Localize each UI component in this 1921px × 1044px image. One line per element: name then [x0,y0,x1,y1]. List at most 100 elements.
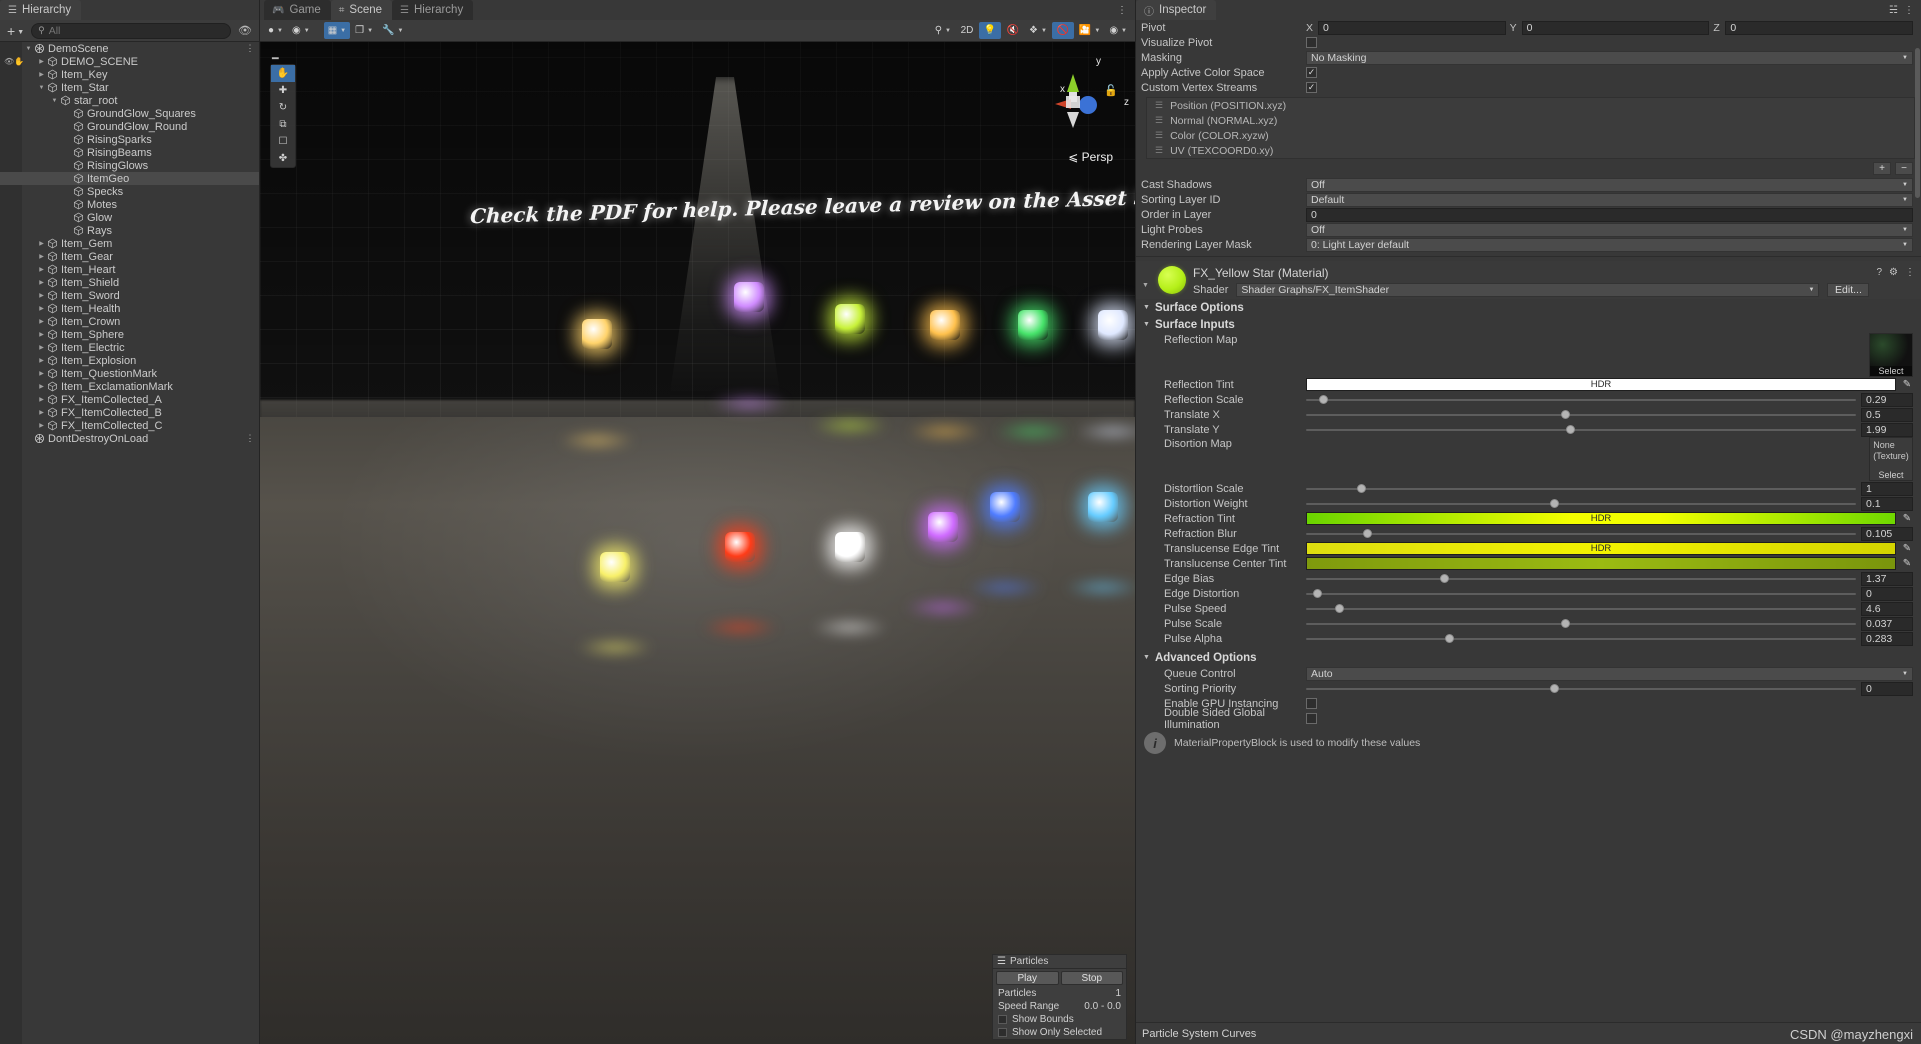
tab-game[interactable]: 🎮 Game [264,0,331,20]
tab-scene[interactable]: ⌗ Scene [330,0,393,20]
hierarchy-item-demo-scene[interactable]: ▶ DEMO_SCENE 👁✋ [0,55,259,68]
hierarchy-item-item-gem[interactable]: ▶ Item_Gem [0,237,259,250]
hierarchy-item-risingsparks[interactable]: ▶ RisingSparks [0,133,259,146]
chevron-right-icon[interactable]: ▶ [37,240,46,247]
custom-vertex-streams-checkbox[interactable]: ✓ [1306,82,1317,93]
surface-reflection-map-select-label[interactable]: Select [1870,366,1912,376]
add-stream-button[interactable]: + [1873,162,1891,175]
gizmos-visibility-dropdown[interactable]: ◉ ▼ [1105,22,1131,39]
chevron-right-icon[interactable]: ▶ [37,279,46,286]
renderer-cast-shadows-dropdown[interactable]: Off ▼ [1306,177,1913,192]
section-advanced-options[interactable]: ▼ Advanced Options [1136,649,1921,666]
add-gameobject-button[interactable]: + ▼ [4,23,27,39]
item-gem[interactable] [1008,300,1058,350]
toggle-2d-button[interactable]: 2D [956,22,978,39]
gizmos-dropdown[interactable]: ◉ ▼ [288,22,314,39]
slider-knob[interactable] [1445,634,1454,643]
slider-knob[interactable] [1549,684,1559,693]
transform-tool-button[interactable]: ✤ [271,150,295,167]
visualize-pivot-checkbox[interactable] [1306,37,1317,48]
hierarchy-item-rays[interactable]: ▶ Rays [0,224,259,237]
chevron-right-icon[interactable]: ▶ [37,253,46,260]
surface-reflection-tint-color-field[interactable]: HDR [1306,378,1896,391]
surface-edge-distortion-slider[interactable] [1306,587,1856,601]
particles-play-button[interactable]: Play [996,971,1059,985]
hierarchy-item-risingbeams[interactable]: ▶ RisingBeams [0,146,259,159]
hierarchy-item-item-sword[interactable]: ▶ Item_Sword [0,289,259,302]
component-tools[interactable]: 🔧 ▼ [378,22,407,39]
surface-refraction-tint-color-field[interactable]: HDR [1306,512,1896,525]
surface-pulse-alpha-value[interactable]: 0.283 [1861,631,1913,646]
particles-checkbox-row[interactable]: Show Bounds [993,1013,1126,1026]
surface-reflection-map-texture-slot[interactable]: Select [1869,333,1913,377]
eyedropper-icon[interactable]: ✎ [1901,543,1913,554]
section-surface-inputs[interactable]: ▼ Surface Inputs [1136,316,1921,333]
hierarchy-item-item-star[interactable]: ▼ Item_Star [0,81,259,94]
material-settings-icon[interactable]: ⚙ [1889,267,1898,278]
surface-disortion-map-texture-slot[interactable]: None (Texture) Select [1869,437,1913,481]
advanced-sorting-priority-value[interactable]: 0 [1861,681,1913,696]
scene-view-search[interactable]: ⚲ ▼ [931,22,955,39]
drag-handle-icon[interactable]: ☰ [1155,115,1163,126]
advanced-queue-control-dropdown[interactable]: Auto ▼ [1306,666,1913,681]
surface-pulse-speed-slider[interactable] [1306,602,1856,616]
hierarchy-item-item-explosion[interactable]: ▶ Item_Explosion [0,354,259,367]
gizmo-persp-label[interactable]: ⩽ Persp [1068,150,1113,164]
tab-hierarchy[interactable]: ☰ Hierarchy [392,0,474,20]
inspector-kebab-icon[interactable]: ⋮ [1904,5,1914,16]
chevron-down-icon[interactable]: ▼ [24,46,33,52]
slider-knob[interactable] [1560,410,1570,419]
slider-knob[interactable] [1566,425,1575,434]
slider-knob[interactable] [1313,589,1322,598]
chevron-right-icon[interactable]: ▶ [37,266,46,273]
hierarchy-item-item-shield[interactable]: ▶ Item_Shield [0,276,259,289]
surface-reflection-scale-slider[interactable] [1306,393,1856,407]
item-key[interactable] [920,300,970,350]
advanced-double-sided-global-illumination-checkbox[interactable] [1306,713,1317,724]
chevron-down-icon[interactable]: ▼ [37,85,46,91]
renderer-light-probes-dropdown[interactable]: Off ▼ [1306,222,1913,237]
slider-knob[interactable] [1357,484,1366,493]
apply-color-space-checkbox[interactable]: ✓ [1306,67,1317,78]
surface-distortlion-scale-value[interactable]: 1 [1861,481,1913,496]
surface-distortion-weight-value[interactable]: 0.1 [1861,496,1913,511]
hierarchy-item-item-gear[interactable]: ▶ Item_Gear [0,250,259,263]
scene-camera-dropdown[interactable]: 🎦 ▼ [1075,22,1104,39]
hierarchy-item-itemgeo[interactable]: ▶ ItemGeo [0,172,259,185]
surface-edge-bias-value[interactable]: 1.37 [1861,571,1913,586]
item-health[interactable] [1088,300,1135,350]
hierarchy-item-glow[interactable]: ▶ Glow [0,211,259,224]
surface-translate-y-value[interactable]: 1.99 [1861,422,1913,437]
hierarchy-item-groundglow-squares[interactable]: ▶ GroundGlow_Squares [0,107,259,120]
scene-visibility-toggle[interactable]: 🚫 [1051,22,1074,39]
item-explosion[interactable] [572,309,622,359]
inspector-lock-icon[interactable]: ☵ [1889,5,1898,16]
item-question[interactable] [825,522,875,572]
surface-refraction-blur-slider[interactable] [1306,527,1856,541]
renderer-order-in-layer-input[interactable]: 0 [1306,207,1913,222]
renderer-sorting-layer-id-dropdown[interactable]: Default ▼ [1306,192,1913,207]
chevron-right-icon[interactable]: ▶ [37,422,46,429]
snap-toggle[interactable]: ❐ ▼ [351,22,377,39]
chevron-right-icon[interactable]: ▶ [37,370,46,377]
hierarchy-visibility-toggle[interactable]: 👁 [235,24,255,37]
rect-tool-button[interactable]: ☐ [271,133,295,150]
item-sphere[interactable] [590,542,640,592]
surface-translucense-edge-tint-color-field[interactable]: HDR [1306,542,1896,555]
surface-pulse-scale-slider[interactable] [1306,617,1856,631]
pivot-z-input[interactable]: 0 [1725,20,1914,35]
tab-inspector[interactable]: ⓘ Inspector [1136,0,1217,20]
pivot-y-input[interactable]: 0 [1521,20,1710,35]
hierarchy-item-kebab-icon[interactable]: ⋮ [246,433,256,444]
scene-kebab-icon[interactable]: ⋮ [1117,5,1127,16]
vertex-stream-row[interactable]: ☰ Position (POSITION.xyz) [1147,98,1914,113]
chevron-right-icon[interactable]: ▶ [37,292,46,299]
surface-translate-x-value[interactable]: 0.5 [1861,407,1913,422]
move-tool-button[interactable]: ✚ [271,82,295,99]
surface-edge-distortion-value[interactable]: 0 [1861,586,1913,601]
hierarchy-item-fx-itemcollected-b[interactable]: ▶ FX_ItemCollected_B [0,406,259,419]
hierarchy-item-item-heart[interactable]: ▶ Item_Heart [0,263,259,276]
item-sword[interactable] [724,272,774,322]
advanced-sorting-priority-slider[interactable] [1306,682,1856,696]
chevron-right-icon[interactable]: ▶ [37,357,46,364]
